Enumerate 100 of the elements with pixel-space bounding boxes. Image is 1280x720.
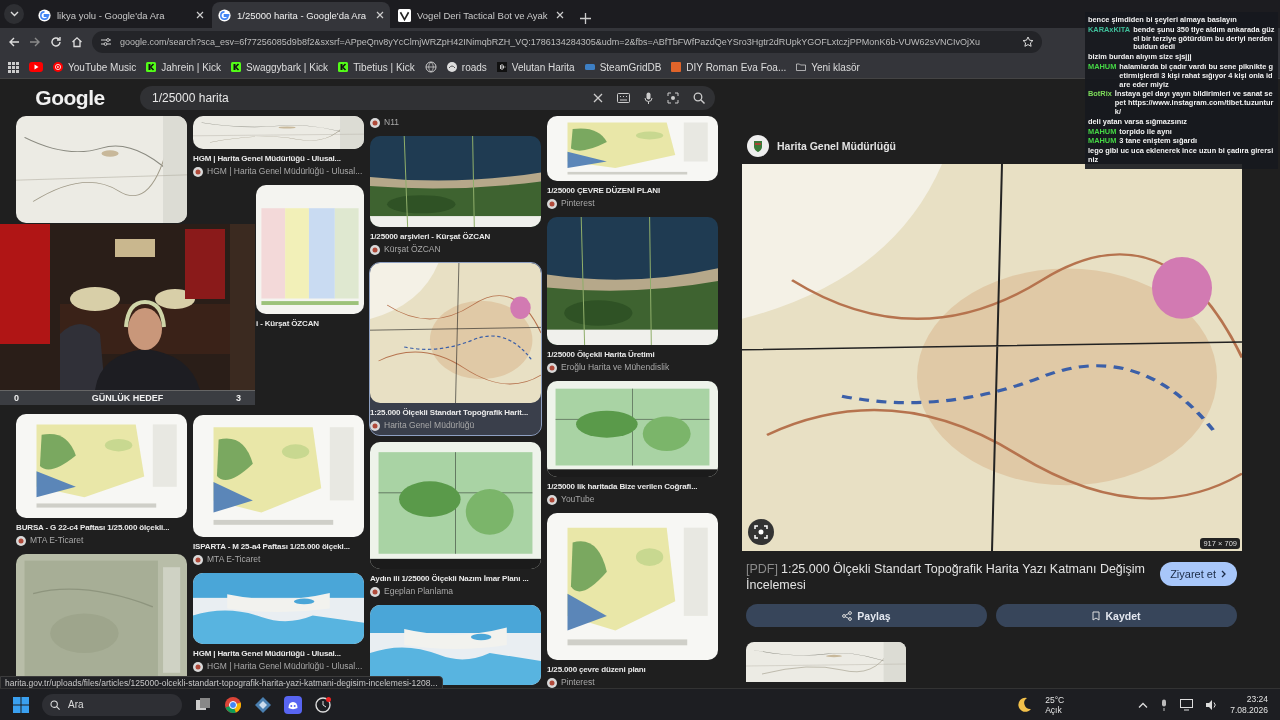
clear-icon[interactable] — [593, 92, 603, 103]
result-title[interactable]: 1:25.000 Ölçekli Standart Topoğrafik Harit... — [370, 406, 541, 419]
apps-icon[interactable] — [8, 61, 19, 73]
app-icon[interactable] — [254, 695, 272, 714]
site-icon — [370, 420, 380, 431]
play-icon[interactable] — [29, 62, 43, 72]
chevron-up-icon[interactable] — [1138, 700, 1149, 709]
result-card[interactable]: BURSA - G 22-c4 Paftası 1/25.000 ölçekli... MTA E-Ticaret — [16, 414, 187, 547]
result-card[interactable]: 1/25000 ÇEVRE DÜZENİ PLANI Pinterest — [547, 116, 718, 210]
visit-button[interactable]: Ziyaret et — [1160, 562, 1237, 586]
bookmark-link[interactable]: Velutan Harita — [511, 61, 575, 73]
share-button[interactable]: Paylaş — [746, 604, 987, 627]
result-card[interactable]: N11 — [370, 116, 541, 129]
new-tab-icon[interactable] — [580, 13, 591, 24]
site-icon — [193, 166, 203, 177]
result-title[interactable]: BURSA - G 22-c4 Paftası 1/25.000 ölçekli... — [16, 521, 187, 534]
monitor-icon[interactable] — [1180, 698, 1194, 711]
result-source: N11 — [384, 116, 399, 129]
result-title[interactable]: 1/25000 lik haritada Bize verilen Coğrafi... — [547, 480, 718, 493]
bookmark-link[interactable]: YouTube Music — [68, 61, 137, 73]
discord-icon[interactable] — [284, 695, 302, 714]
taskbar-search-bar[interactable]: Ara — [42, 693, 182, 716]
result-card[interactable]: 1:25.000 Ölçekli Standart Topoğrafik Harit... Harita Genel Müdürlüğü — [370, 263, 541, 435]
address-bar[interactable]: google.com/search?sca_esv=6f77256085d9b8f2&sxsrf=APpeQnv8yYcClmjWRZpH42INimqbRZH_VQ:1786134284305&udm=2&fbs=ABfTbFWfPazdQeYSro3Hgtr2dRUpkYGOFLxtczjPPMonK6b-VUW62sVNCIvOjXu — [92, 31, 1042, 53]
bookmark-link[interactable]: DIY Roman Eva Foa... — [686, 61, 787, 73]
browser-tab[interactable]: 1/25000 harita - Google'da Ara — [212, 2, 390, 28]
result-card[interactable]: 1/25000 Ölçekli Harita Üretimi Eroğlu Harita ve Mühendislik — [547, 217, 718, 374]
music-icon — [53, 62, 63, 72]
search-bar[interactable]: 1/25000 harita — [140, 85, 715, 110]
bookmark-link[interactable]: Swaggybark | Kick — [246, 61, 329, 73]
clock-app-icon[interactable] — [314, 695, 332, 714]
result-card[interactable]: ISPARTA - M 25-a4 Paftası 1/25.000 ölçekl... MTA E-Ticaret — [193, 415, 364, 566]
caret-icon — [9, 11, 19, 17]
browser-tab[interactable]: Vogel Deri Tactical Bot ve Ayak — [392, 2, 570, 28]
bookmark-star-icon[interactable] — [1022, 36, 1034, 48]
preview-title[interactable]: [PDF] 1:25.000 Ölçekli Standart Topoğrafik Harita Yazı Katmanı Değişim İncelemesi — [746, 561, 1149, 593]
result-title[interactable]: HGM | Harita Genel Müdürlüğü - Ulusal... — [193, 152, 364, 165]
bookmark-favicon-icon — [671, 62, 682, 72]
windows-start-icon[interactable] — [12, 695, 30, 714]
site-settings-icon[interactable] — [100, 36, 112, 48]
bookmark-link[interactable]: roads — [461, 61, 487, 73]
microphone-icon[interactable] — [1160, 698, 1169, 711]
result-card[interactable]: Aydın ili 1/25000 Ölçekli Nazım İmar Planı ... Egeplan Planlama — [370, 442, 541, 598]
site-icon — [547, 198, 557, 209]
result-card[interactable]: 1/25000 lik haritada Bize verilen Coğrafi... YouTube — [547, 381, 718, 506]
bookmark-icon — [1092, 610, 1101, 621]
preview-source[interactable]: Harita Genel Müdürlüğü — [777, 140, 896, 152]
tab-search-button[interactable] — [4, 4, 24, 24]
site-icon — [370, 244, 380, 255]
clock-date[interactable]: 7.08.2026 — [1230, 704, 1268, 716]
back-icon[interactable] — [8, 36, 20, 48]
taskbar-search-field[interactable]: Ara — [66, 698, 170, 711]
volume-icon[interactable] — [1205, 698, 1219, 711]
result-title[interactable]: 1/25000 Ölçekli Harita Üretimi — [547, 348, 718, 361]
reload-icon[interactable] — [50, 36, 62, 48]
camera-search-icon[interactable] — [667, 91, 679, 104]
result-title[interactable]: 1/25000 ÇEVRE DÜZENİ PLANI — [547, 184, 718, 197]
site-icon — [547, 677, 557, 688]
bookmark-link[interactable]: SteamGridDB — [599, 61, 662, 73]
result-title[interactable]: 1/25.000 çevre düzeni planı — [547, 663, 718, 676]
keyboard-icon[interactable] — [617, 92, 630, 103]
close-icon[interactable] — [376, 11, 384, 19]
result-title[interactable]: 1/25000 arşivleri - Kürşat ÖZCAN — [370, 230, 541, 243]
result-card[interactable]: HGM | Harita Genel Müdürlüğü - Ulusal... HGM | Harita Genel Müdürlüğü - Ulusal... — [193, 573, 364, 673]
search-field[interactable]: 1/25000 harita — [150, 89, 579, 106]
chevron-right-icon — [1221, 570, 1227, 578]
result-source: Pinterest — [561, 676, 595, 688]
site-icon — [193, 661, 203, 672]
save-button[interactable]: Kaydet — [996, 604, 1237, 627]
result-card[interactable]: 1/25.000 çevre düzeni planı Pinterest — [547, 513, 718, 688]
lens-icon[interactable] — [748, 519, 774, 545]
bookmark-link[interactable]: Tibetius | Kick — [353, 61, 415, 73]
google-icon — [218, 8, 231, 22]
share-icon — [842, 610, 853, 621]
result-source: HGM | Harita Genel Müdürlüğü - Ulusal... — [207, 660, 363, 673]
clock-time[interactable]: 23:24 — [1246, 693, 1268, 705]
result-source: Eroğlu Harita ve Mühendislik — [561, 361, 670, 374]
result-title[interactable]: Aydın ili 1/25000 Ölçekli Nazım İmar Planı ... — [370, 572, 541, 585]
result-card[interactable]: HGM | Harita Genel Müdürlüğü - Ulusal... HGM | Harita Genel Müdürlüğü - Ulusal... — [193, 116, 364, 178]
home-icon[interactable] — [71, 36, 83, 48]
close-icon[interactable] — [556, 11, 564, 19]
result-title[interactable]: i - Kürşat ÖZCAN — [256, 317, 364, 330]
bookmark-link[interactable]: Yeni klasör — [811, 61, 860, 73]
result-title[interactable]: ISPARTA - M 25-a4 Paftası 1/25.000 ölçekl... — [193, 540, 364, 553]
chrome-icon[interactable] — [224, 695, 242, 714]
search-icon — [50, 699, 60, 710]
waveform-icon — [496, 62, 507, 72]
close-icon[interactable] — [196, 11, 204, 19]
google-logo[interactable]: Google — [0, 85, 140, 110]
forward-icon[interactable] — [29, 36, 41, 48]
microphone-icon[interactable] — [644, 91, 653, 104]
browser-tab[interactable]: likya yolu - Google'da Ara — [32, 2, 210, 28]
result-title[interactable]: HGM | Harita Genel Müdürlüğü - Ulusal... — [193, 647, 364, 660]
result-source: MTA E-Ticaret — [30, 534, 84, 547]
temperature: 25°C — [1045, 694, 1065, 705]
bookmark-link[interactable]: Jahrein | Kick — [161, 61, 222, 73]
globe-icon[interactable] — [424, 61, 437, 73]
search-icon[interactable] — [693, 91, 705, 104]
result-source: MTA E-Ticaret — [207, 553, 261, 566]
result-card[interactable]: 1/25000 arşivleri - Kürşat ÖZCAN Kürşat ÖZCAN — [370, 136, 541, 256]
